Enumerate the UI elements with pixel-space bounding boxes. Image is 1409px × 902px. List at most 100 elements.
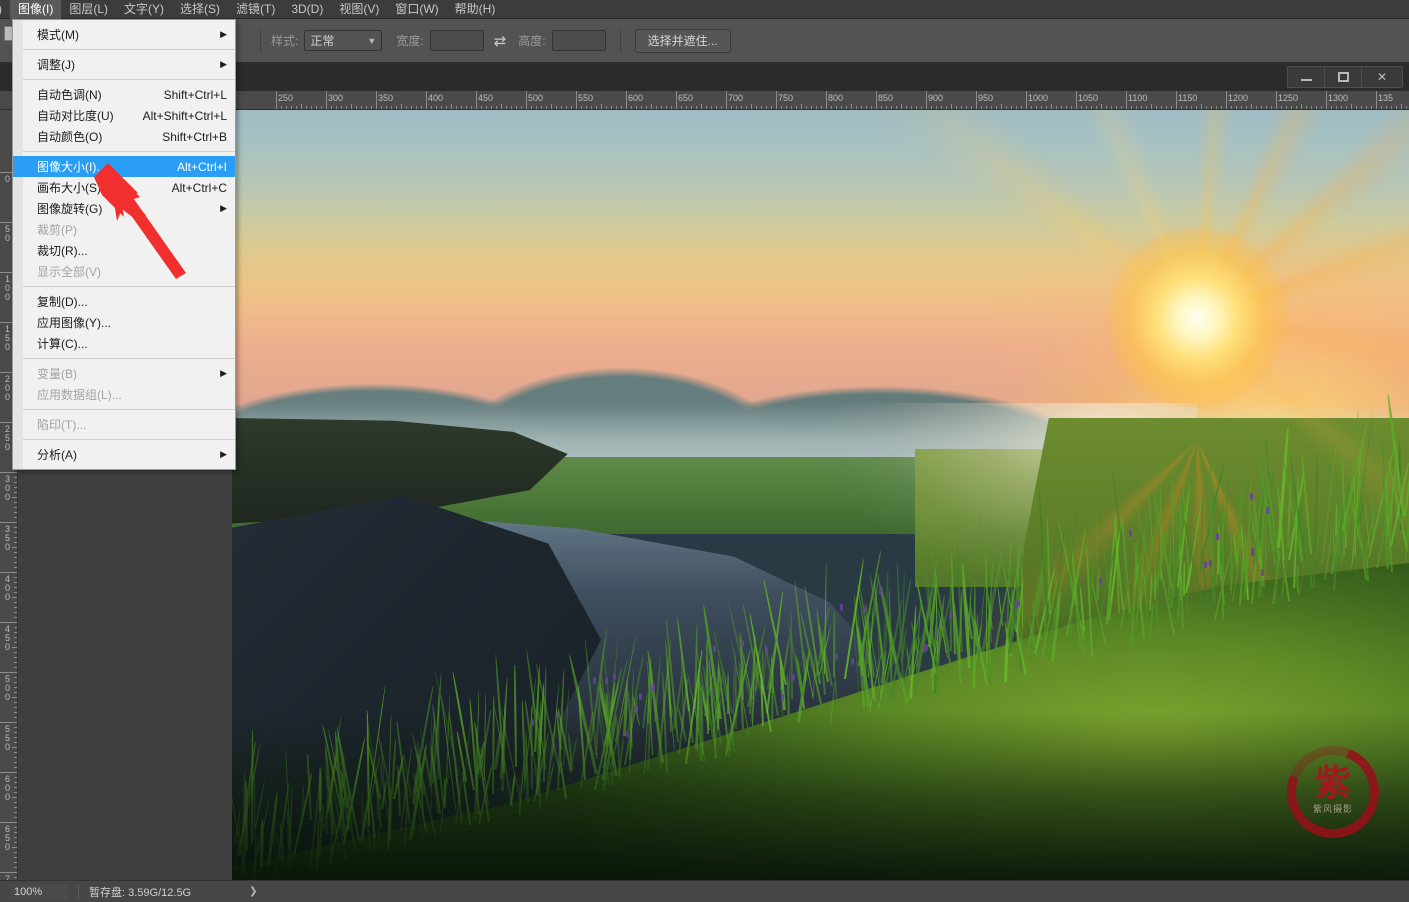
zoom-level-field[interactable]: 100% — [10, 884, 68, 900]
menu-item[interactable]: 裁切(R)... — [13, 240, 235, 261]
grass-flower — [925, 644, 928, 651]
ruler-tick-major — [676, 91, 677, 110]
ruler-label: 950 — [978, 94, 993, 103]
status-expand-icon[interactable]: ❯ — [249, 886, 257, 897]
menu-item-label: 分析(A) — [37, 446, 77, 463]
ruler-label: 0 — [3, 175, 12, 184]
width-input[interactable] — [430, 30, 484, 51]
menu-type[interactable]: 文字(Y) — [116, 0, 172, 19]
menu-separator — [13, 49, 235, 50]
grass-flower — [792, 674, 795, 681]
menu-item[interactable]: 模式(M)▶ — [13, 24, 235, 45]
menu-item-label: 陷印(T)... — [37, 416, 86, 433]
menu-item-label: 计算(C)... — [37, 335, 88, 352]
grass-blade — [986, 562, 994, 663]
menu-layer[interactable]: 图层(L) — [61, 0, 116, 19]
ruler-label: 250 — [278, 94, 293, 103]
grass-flower — [741, 640, 744, 647]
ruler-label: 1200 — [1228, 94, 1248, 103]
grass-flower — [1266, 507, 1269, 514]
submenu-arrow-icon: ▶ — [220, 449, 227, 460]
ruler-tick-major — [826, 91, 827, 110]
menu-edit[interactable]: E) — [0, 0, 10, 19]
style-select[interactable]: 正常 ▼ — [304, 30, 382, 51]
menu-item-label: 应用数据组(L)... — [37, 386, 122, 403]
menu-item: 裁剪(P) — [13, 219, 235, 240]
grass-flower — [863, 606, 866, 613]
menu-item-label: 自动颜色(O) — [37, 128, 102, 145]
menu-item[interactable]: 应用图像(Y)... — [13, 312, 235, 333]
document-image[interactable]: 紫 紫风摄影 — [232, 110, 1409, 880]
menu-item-shortcut: Shift+Ctrl+L — [164, 88, 227, 102]
menu-view[interactable]: 视图(V) — [331, 0, 387, 19]
swap-dimensions-icon[interactable]: ⇄ — [494, 32, 507, 50]
menu-item[interactable]: 画布大小(S)...Alt+Ctrl+C — [13, 177, 235, 198]
options-divider-1 — [260, 30, 261, 52]
grass-flower — [949, 612, 952, 619]
maximize-button[interactable] — [1325, 67, 1362, 87]
ruler-label: 850 — [878, 94, 893, 103]
menu-item[interactable]: 调整(J)▶ — [13, 54, 235, 75]
menu-item[interactable]: 图像旋转(G)▶ — [13, 198, 235, 219]
ruler-tick-major — [1176, 91, 1177, 110]
grass-flower — [1129, 530, 1132, 537]
menu-item[interactable]: 复制(D)... — [13, 291, 235, 312]
grass-flower — [851, 658, 854, 665]
grass-flower — [713, 645, 716, 652]
ruler-label: 50 — [3, 225, 12, 243]
ruler-label: 600 — [628, 94, 643, 103]
window-controls: ✕ — [1287, 66, 1403, 88]
minimize-button[interactable] — [1288, 67, 1325, 87]
menu-bar: E) 图像(I) 图层(L) 文字(Y) 选择(S) 滤镜(T) 3D(D) 视… — [0, 0, 1409, 19]
ruler-tick-major — [576, 91, 577, 110]
menu-separator — [13, 439, 235, 440]
menu-3d[interactable]: 3D(D) — [283, 0, 331, 19]
select-and-mask-button[interactable]: 选择并遮住... — [635, 29, 731, 53]
ruler-label: 650 — [678, 94, 693, 103]
image-menu-dropdown[interactable]: 模式(M)▶ 调整(J)▶ 自动色调(N)Shift+Ctrl+L自动对比度(U)A… — [12, 19, 236, 470]
menu-item: 应用数据组(L)... — [13, 384, 235, 405]
menu-item[interactable]: 计算(C)... — [13, 333, 235, 354]
grass-flower — [1204, 561, 1207, 568]
grass-flower — [1261, 569, 1264, 576]
ruler-tick-major — [926, 91, 927, 110]
menu-separator — [13, 286, 235, 287]
ruler-tick-major — [1026, 91, 1027, 110]
menu-item[interactable]: 图像大小(I)...Alt+Ctrl+I — [13, 156, 235, 177]
menu-item[interactable]: 自动对比度(U)Alt+Shift+Ctrl+L — [13, 105, 235, 126]
grass-flower — [652, 684, 655, 691]
ruler-tick-major — [1326, 91, 1327, 110]
ruler-label: 150 — [3, 325, 12, 352]
ruler-label: 300 — [3, 475, 12, 502]
grass-blade — [1298, 566, 1305, 596]
menu-separator — [13, 409, 235, 410]
ruler-label: 100 — [3, 275, 12, 302]
ruler-label: 250 — [3, 425, 12, 452]
menu-select[interactable]: 选择(S) — [172, 0, 228, 19]
ruler-label: 1000 — [1028, 94, 1048, 103]
menu-filter[interactable]: 滤镜(T) — [228, 0, 283, 19]
ruler-label: 1250 — [1278, 94, 1298, 103]
ruler-label: 600 — [3, 775, 12, 802]
grass-flower — [1209, 560, 1212, 567]
menu-item[interactable]: 自动颜色(O)Shift+Ctrl+B — [13, 126, 235, 147]
menu-image[interactable]: 图像(I) — [10, 0, 61, 19]
grass-flower — [765, 647, 768, 654]
menu-separator — [13, 79, 235, 80]
grass-blade — [1211, 571, 1215, 602]
close-button[interactable]: ✕ — [1362, 67, 1402, 87]
ruler-tick-major — [876, 91, 877, 110]
ruler-tick-major — [376, 91, 377, 110]
menu-help[interactable]: 帮助(H) — [447, 0, 504, 19]
menu-item[interactable]: 自动色调(N)Shift+Ctrl+L — [13, 84, 235, 105]
menu-item[interactable]: 分析(A) ▶ — [13, 444, 235, 465]
ruler-label: 450 — [3, 625, 12, 652]
menu-item: 陷印(T)... — [13, 414, 235, 435]
submenu-arrow-icon: ▶ — [220, 368, 227, 379]
status-divider — [78, 885, 79, 899]
height-input[interactable] — [552, 30, 606, 51]
scratch-disk-value: 3.59G/12.5G — [128, 887, 191, 899]
ruler-tick-major — [526, 91, 527, 110]
menu-window[interactable]: 窗口(W) — [387, 0, 446, 19]
menu-item: 变量(B)▶ — [13, 363, 235, 384]
